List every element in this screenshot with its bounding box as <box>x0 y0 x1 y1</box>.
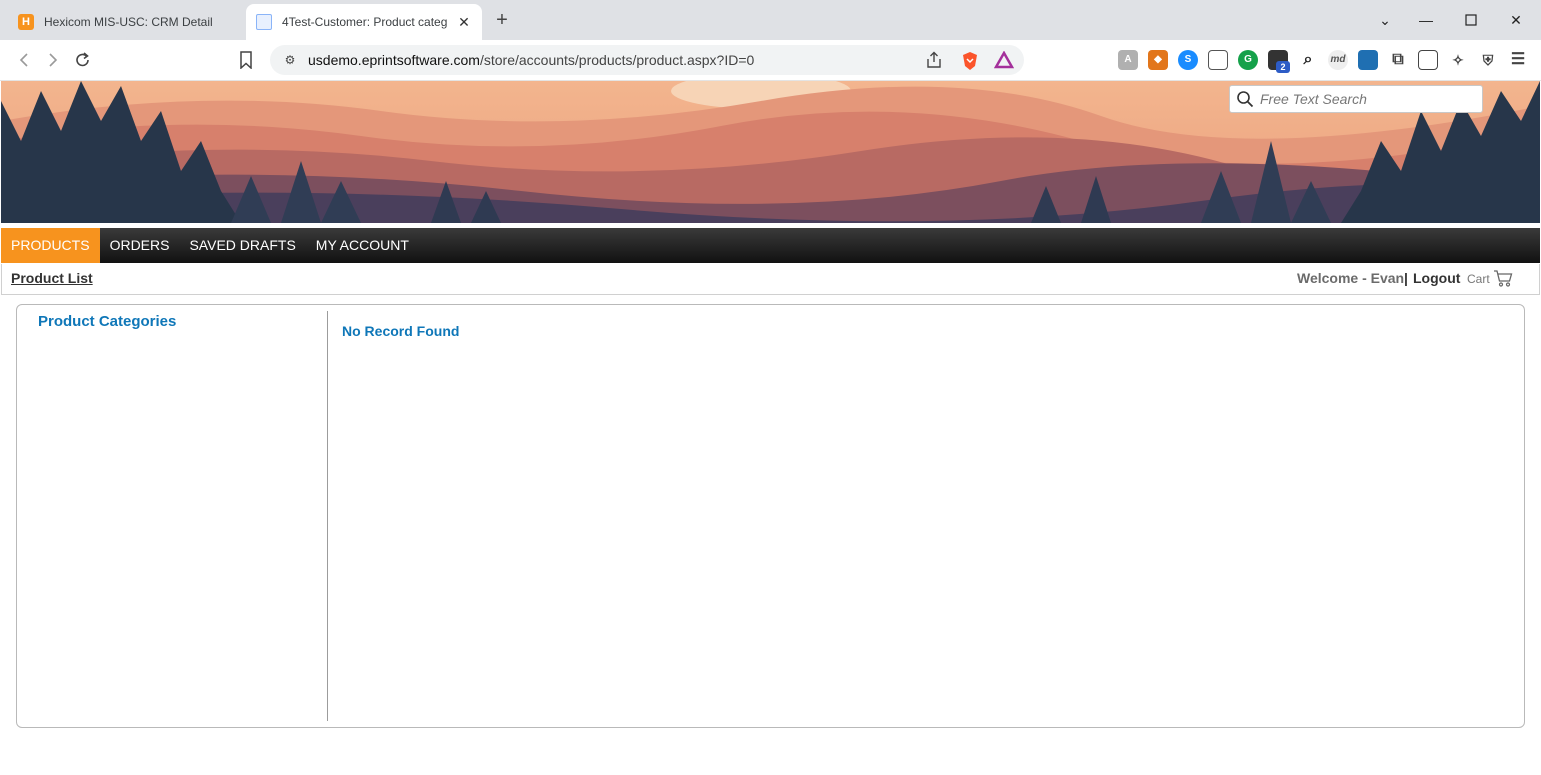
menu-item-my-account[interactable]: MY ACCOUNT <box>306 228 419 263</box>
minimize-button[interactable]: — <box>1414 8 1438 32</box>
metamask-icon[interactable]: ◆ <box>1148 50 1168 70</box>
welcome-text: Welcome - Evan <box>1297 270 1405 286</box>
menu-item-products[interactable]: PRODUCTS <box>1 228 100 263</box>
search-input[interactable] <box>1260 91 1480 107</box>
shazam-icon[interactable]: S <box>1178 50 1198 70</box>
puzzle-icon[interactable]: ⧉ <box>1388 50 1408 70</box>
site-settings-icon[interactable]: ⚙ <box>282 52 298 68</box>
tab-hexicom-crm[interactable]: H Hexicom MIS-USC: CRM Detail <box>8 4 244 40</box>
markdown-icon[interactable]: md <box>1328 50 1348 70</box>
brave-shields-icon[interactable] <box>960 51 980 71</box>
bookmark-icon[interactable] <box>236 49 256 71</box>
empty-state-message: No Record Found <box>342 323 460 339</box>
ext-badge-count: 2 <box>1276 61 1290 73</box>
close-tab-icon[interactable]: ✕ <box>456 14 472 31</box>
free-text-search[interactable] <box>1229 85 1483 113</box>
content-panel: Product Categories No Record Found <box>16 304 1525 728</box>
cart-link[interactable]: Cart <box>1467 272 1490 286</box>
maximize-button[interactable] <box>1459 8 1483 32</box>
browser-toolbar: ⚙ usdemo.eprintsoftware.com/store/accoun… <box>0 40 1541 81</box>
main-menu: PRODUCTS ORDERS SAVED DRAFTS MY ACCOUNT <box>1 228 1540 263</box>
breadcrumb-product-list[interactable]: Product List <box>11 270 93 286</box>
pip-icon[interactable] <box>1208 50 1228 70</box>
wallet-icon[interactable] <box>1418 50 1438 70</box>
ext-flag-icon[interactable] <box>1358 50 1378 70</box>
tab-search-chevron-icon[interactable]: ⌄ <box>1373 8 1397 32</box>
grammarly-icon[interactable]: G <box>1238 50 1258 70</box>
separator: | <box>1404 270 1408 286</box>
tab-product-categories[interactable]: 4Test-Customer: Product categ ✕ <box>246 4 482 40</box>
search-icon <box>1237 91 1254 108</box>
ext-a-icon[interactable]: A <box>1118 50 1138 70</box>
menu-item-orders[interactable]: ORDERS <box>100 228 180 263</box>
leo-icon[interactable]: ✧ <box>1448 50 1468 70</box>
new-tab-button[interactable]: + <box>494 9 510 31</box>
tab-title: 4Test-Customer: Product categ <box>282 15 448 29</box>
close-window-button[interactable]: ✕ <box>1504 8 1528 32</box>
address-bar[interactable]: ⚙ usdemo.eprintsoftware.com/store/accoun… <box>270 45 1024 75</box>
hexicom-icon: H <box>18 14 34 30</box>
browser-titlebar: H Hexicom MIS-USC: CRM Detail 4Test-Cust… <box>0 0 1541 40</box>
product-categories-heading: Product Categories <box>38 313 177 330</box>
ext-badge-icon[interactable]: 2 <box>1268 50 1290 73</box>
back-arrow-icon[interactable] <box>12 48 36 72</box>
magnifier-ext-icon[interactable]: ⌕ <box>1298 50 1318 70</box>
brave-rewards-icon[interactable] <box>993 50 1015 71</box>
cart-icon[interactable] <box>1493 269 1513 287</box>
menu-icon[interactable]: ☰ <box>1508 50 1528 70</box>
forward-arrow-icon[interactable] <box>41 48 65 72</box>
vpn-icon[interactable]: ⛨ <box>1478 50 1498 70</box>
url-host: usdemo.eprintsoftware.com <box>308 52 480 68</box>
column-divider <box>327 311 328 721</box>
page-icon <box>256 14 272 30</box>
share-icon[interactable] <box>924 51 944 71</box>
reload-icon[interactable] <box>71 48 95 72</box>
url-text: usdemo.eprintsoftware.com/store/accounts… <box>308 52 754 68</box>
tab-title: Hexicom MIS-USC: CRM Detail <box>44 15 213 29</box>
logout-link[interactable]: Logout <box>1413 270 1460 286</box>
url-path: /store/accounts/products/product.aspx?ID… <box>479 52 755 68</box>
menu-item-saved-drafts[interactable]: SAVED DRAFTS <box>179 228 305 263</box>
sub-header: Product List Welcome - Evan | Logout Car… <box>1 264 1540 295</box>
